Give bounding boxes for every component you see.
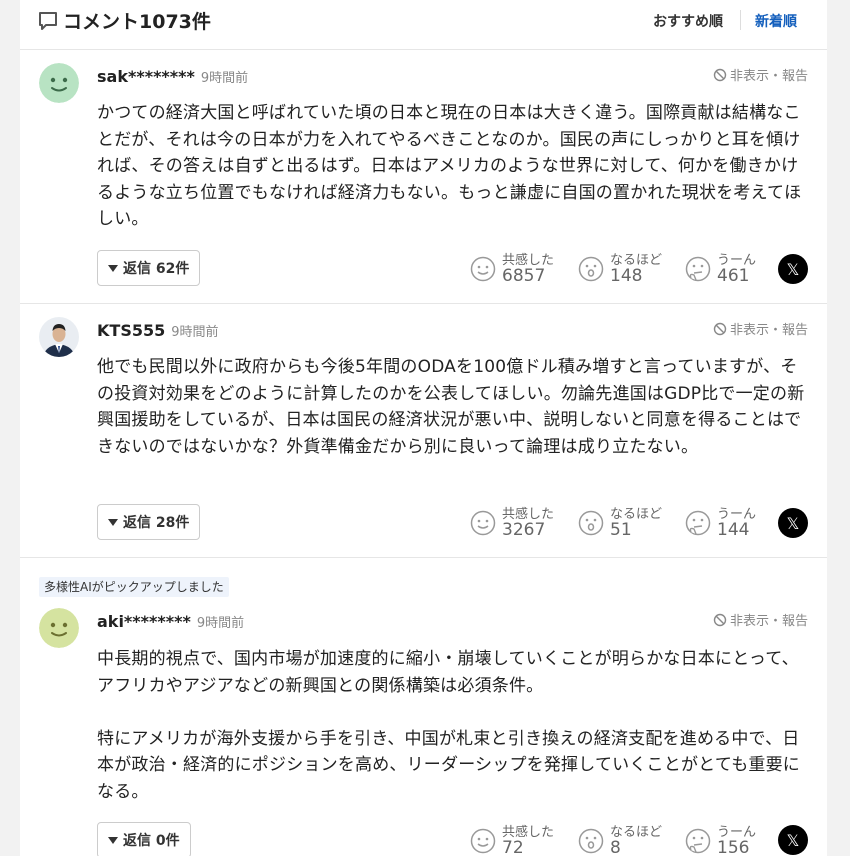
replies-toggle-button[interactable]: 返信 28件 <box>97 504 201 540</box>
thinking-face-icon <box>685 510 711 536</box>
empathy-reaction[interactable]: 共感した 72 <box>470 821 570 856</box>
naruhodo-count: 51 <box>610 520 632 540</box>
hide-report-link[interactable]: 非表示・報告 <box>713 610 808 629</box>
sort-recommended-tab[interactable]: おすすめ順 <box>653 11 723 31</box>
comment-item: 多様性AIがピックアップしました aki******** 9時間前 非表示・報告 … <box>20 558 827 856</box>
comment-time: 9時間前 <box>200 71 249 86</box>
x-share-button[interactable]: 𝕏 <box>778 508 808 538</box>
x-share-button[interactable]: 𝕏 <box>778 825 808 855</box>
naruhodo-reaction[interactable]: なるほど 148 <box>578 249 678 289</box>
naruhodo-count: 8 <box>610 838 621 856</box>
empathy-count: 6857 <box>502 266 546 286</box>
replies-toggle-button[interactable]: 返信 62件 <box>97 250 201 286</box>
naruhodo-count: 148 <box>610 266 643 286</box>
empathy-reaction[interactable]: 共感した 6857 <box>470 249 570 289</box>
hide-report-link[interactable]: 非表示・報告 <box>713 65 808 84</box>
comment-text: 他でも民間以外に政府からも今後5年間のODAを100億ドル積み増すと言っています… <box>97 357 805 457</box>
smile-face-icon <box>470 256 496 282</box>
avatar[interactable] <box>39 63 79 103</box>
avatar[interactable] <box>39 608 79 648</box>
avatar[interactable] <box>39 317 79 357</box>
comment-text: 中長期的視点で、国内市場が加速度的に縮小・崩壊していくことが明らかな日本にとって… <box>97 649 800 802</box>
comment-time: 9時間前 <box>171 325 219 340</box>
comment-username[interactable]: sak******** 9時間前 <box>97 67 248 86</box>
surprised-face-icon <box>578 256 604 282</box>
comment-time: 9時間前 <box>196 616 245 631</box>
comment-text: かつての経済大国と呼ばれていた頃の日本と現在の日本は大きく違う。国際貢献は結構な… <box>97 103 802 229</box>
comments-header: コメント1073件 おすすめ順 新着順 <box>20 0 827 50</box>
hide-report-link[interactable]: 非表示・報告 <box>713 319 808 338</box>
uun-count: 461 <box>717 266 750 286</box>
comment-panel: コメント1073件 おすすめ順 新着順 sak******** 9時間前 非表示・… <box>20 0 827 856</box>
empathy-count: 72 <box>502 838 524 856</box>
sort-divider <box>740 10 741 30</box>
surprised-face-icon <box>578 828 604 854</box>
prohibited-icon <box>713 322 727 335</box>
replies-toggle-button[interactable]: 返信 0件 <box>97 822 191 856</box>
uun-reaction[interactable]: うーん 461 <box>685 249 775 289</box>
empathy-count: 3267 <box>502 520 546 540</box>
naruhodo-reaction[interactable]: なるほど 51 <box>578 503 678 543</box>
prohibited-icon <box>713 68 727 81</box>
thinking-face-icon <box>685 828 711 854</box>
caret-down-icon <box>108 518 118 526</box>
caret-down-icon <box>108 836 118 844</box>
empathy-reaction[interactable]: 共感した 3267 <box>470 503 570 543</box>
thinking-face-icon <box>685 256 711 282</box>
ai-pickup-badge: 多様性AIがピックアップしました <box>39 577 229 597</box>
comment-icon <box>39 12 57 30</box>
comment-username[interactable]: aki******** 9時間前 <box>97 612 244 631</box>
x-share-button[interactable]: 𝕏 <box>778 254 808 284</box>
naruhodo-reaction[interactable]: なるほど 8 <box>578 821 678 856</box>
prohibited-icon <box>713 613 727 626</box>
sort-newest-tab[interactable]: 新着順 <box>755 11 797 31</box>
uun-count: 144 <box>717 520 750 540</box>
smile-face-icon <box>470 510 496 536</box>
uun-reaction[interactable]: うーん 156 <box>685 821 775 856</box>
comments-title: コメント1073件 <box>63 11 211 33</box>
smile-face-icon <box>470 828 496 854</box>
comment-item: KTS555 9時間前 非表示・報告 他でも民間以外に政府からも今後5年間のODA… <box>20 304 827 558</box>
surprised-face-icon <box>578 510 604 536</box>
comment-username[interactable]: KTS555 9時間前 <box>97 321 219 340</box>
uun-count: 156 <box>717 838 750 856</box>
comment-item: sak******** 9時間前 非表示・報告 かつての経済大国と呼ばれていた頃の… <box>20 50 827 304</box>
uun-reaction[interactable]: うーん 144 <box>685 503 775 543</box>
caret-down-icon <box>108 264 118 272</box>
